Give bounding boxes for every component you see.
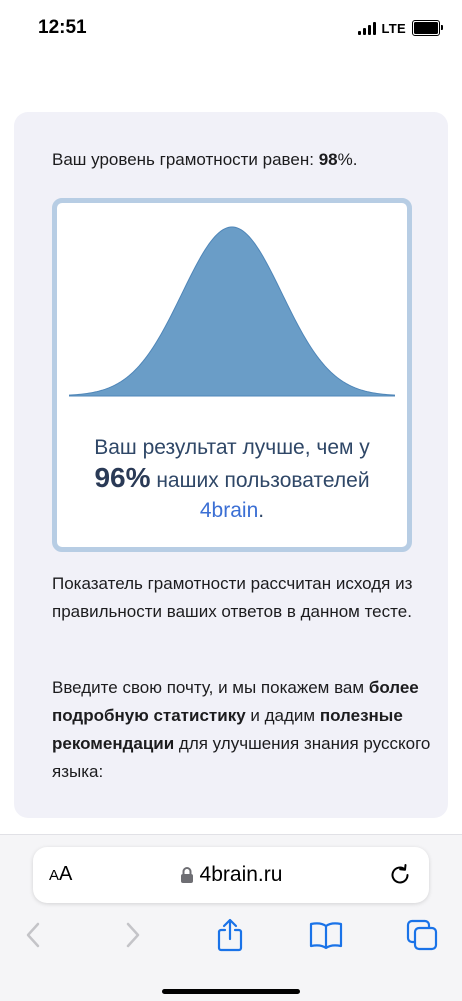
home-indicator: [162, 989, 300, 994]
signal-icon: [357, 21, 376, 35]
para2-part-c: и дадим: [245, 706, 320, 725]
tabs-icon: [406, 919, 438, 951]
share-icon: [217, 918, 243, 952]
level-value: 98: [318, 150, 338, 169]
reload-button[interactable]: [387, 862, 413, 893]
result-percent: 96%: [94, 462, 151, 493]
lock-icon: [180, 867, 193, 883]
battery-icon: [412, 20, 443, 36]
result-card: Ваш уровень грамотности равен: 98%. Ваш …: [14, 112, 448, 818]
result-box: Ваш результат лучше, чем у 96% наших пол…: [52, 198, 412, 552]
bookmarks-button[interactable]: [304, 913, 348, 957]
status-bar: 12:51 LTE: [0, 0, 462, 56]
email-prompt-paragraph: Введите свою почту, и мы покажем вам бол…: [52, 674, 432, 786]
back-icon: [26, 922, 40, 948]
status-indicators: LTE: [357, 20, 443, 36]
tabs-button[interactable]: [400, 913, 444, 957]
url-text: 4brain.ru: [199, 863, 283, 886]
share-button[interactable]: [208, 913, 252, 957]
url-display[interactable]: 4brain.ru: [33, 847, 429, 903]
network-label: LTE: [381, 20, 406, 36]
back-button[interactable]: [12, 913, 56, 957]
status-time: 12:51: [38, 17, 87, 38]
reload-icon: [391, 864, 409, 884]
result-end: .: [258, 499, 265, 522]
level-prefix: Ваш уровень грамотности равен:: [52, 150, 319, 169]
result-line1: Ваш результат лучше, чем у: [94, 436, 370, 459]
explanation-paragraph: Показатель грамотности рассчитан исходя …: [52, 574, 413, 621]
level-suffix: %.: [337, 150, 358, 169]
result-text: Ваш результат лучше, чем у 96% наших пол…: [57, 433, 407, 526]
address-bar[interactable]: AA 4brain.ru: [33, 847, 429, 903]
brand-name: 4brain: [199, 499, 259, 522]
para2-part-a: Введите свою почту, и мы покажем вам: [52, 678, 369, 697]
browser-toolbar-area: AA 4brain.ru: [0, 834, 462, 1001]
forward-icon: [126, 922, 140, 948]
browser-toolbar: [0, 913, 462, 963]
literacy-level-text: Ваш уровень грамотности равен: 98%.: [52, 150, 357, 170]
bookmarks-icon: [309, 922, 343, 950]
bell-curve-graphic: [69, 226, 395, 397]
forward-button[interactable]: [110, 913, 154, 957]
result-line2: наших пользователей: [150, 469, 370, 492]
